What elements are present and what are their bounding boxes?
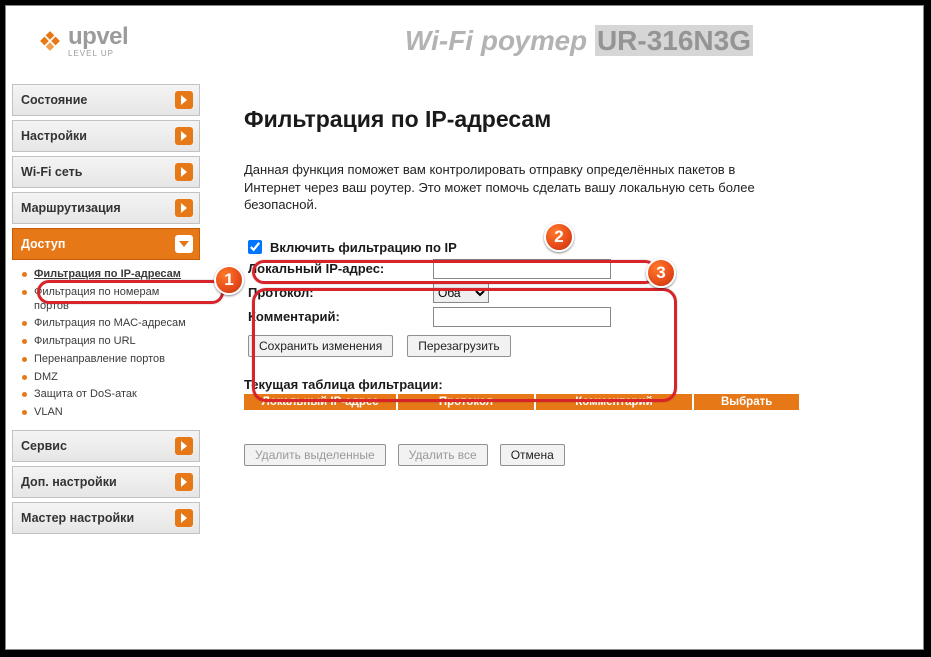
- col-comment: Комментарий: [535, 394, 694, 410]
- menu-service[interactable]: Сервис: [12, 430, 200, 462]
- submenu-vlan[interactable]: VLAN: [34, 404, 200, 422]
- filter-table: Локальный IP-адрес Протокол Комментарий …: [244, 394, 799, 410]
- menu-status[interactable]: Состояние: [12, 84, 200, 116]
- logo-icon: [36, 27, 64, 55]
- sidebar: Состояние Настройки Wi-Fi сеть Маршрутиз…: [6, 76, 206, 649]
- filter-table-caption: Текущая таблица фильтрации:: [244, 377, 881, 392]
- menu-advanced[interactable]: Доп. настройки: [12, 466, 200, 498]
- submenu-url-filter[interactable]: Фильтрация по URL: [34, 333, 200, 351]
- chevron-right-icon: [175, 473, 193, 491]
- enable-ip-filter-checkbox[interactable]: [248, 240, 262, 254]
- col-local-ip: Локальный IP-адрес: [244, 394, 397, 410]
- annotation-badge-1: 1: [214, 265, 244, 295]
- submenu-dos[interactable]: Защита от DoS-атак: [34, 386, 200, 404]
- ip-filter-form: Включить фильтрацию по IP Локальный IP-а…: [244, 232, 881, 367]
- annotation-badge-2: 2: [544, 222, 574, 252]
- chevron-right-icon: [175, 163, 193, 181]
- comment-input[interactable]: [433, 307, 611, 327]
- chevron-right-icon: [175, 509, 193, 527]
- submenu-mac-filter[interactable]: Фильтрация по MAC-адресам: [34, 315, 200, 333]
- chevron-right-icon: [175, 437, 193, 455]
- local-ip-input[interactable]: [433, 259, 611, 279]
- menu-access[interactable]: Доступ: [12, 228, 200, 260]
- protocol-select[interactable]: Оба: [433, 283, 489, 303]
- delete-all-button[interactable]: Удалить все: [398, 444, 488, 466]
- page-intro: Данная функция поможет вам контролироват…: [244, 161, 764, 214]
- submenu-port-filter[interactable]: Фильтрация по номерам портов: [34, 284, 200, 316]
- header-model: UR-316N3G: [595, 25, 753, 56]
- save-button[interactable]: Сохранить изменения: [248, 335, 393, 357]
- submenu-dmz[interactable]: DMZ: [34, 369, 200, 387]
- chevron-right-icon: [175, 127, 193, 145]
- col-select: Выбрать: [693, 394, 799, 410]
- comment-label: Комментарий:: [248, 309, 433, 324]
- brand-logo: upvel LEVEL UP: [36, 25, 128, 58]
- menu-wifi[interactable]: Wi-Fi сеть: [12, 156, 200, 188]
- submenu-port-forward[interactable]: Перенаправление портов: [34, 351, 200, 369]
- header: upvel LEVEL UP Wi-Fi роутер UR-316N3G: [6, 6, 923, 76]
- annotation-badge-3: 3: [646, 258, 676, 288]
- menu-wizard[interactable]: Мастер настройки: [12, 502, 200, 534]
- brand-name: upvel: [68, 25, 128, 49]
- header-title: Wi-Fi роутер UR-316N3G: [405, 25, 753, 57]
- submenu-access: Фильтрация по IP-адресам Фильтрация по н…: [12, 264, 200, 430]
- page-title: Фильтрация по IP-адресам: [244, 106, 881, 133]
- brand-tagline: LEVEL UP: [68, 49, 128, 58]
- chevron-down-icon: [175, 235, 193, 253]
- local-ip-label: Локальный IP-адрес:: [248, 261, 433, 276]
- col-protocol: Протокол: [397, 394, 534, 410]
- cancel-button[interactable]: Отмена: [500, 444, 565, 466]
- protocol-label: Протокол:: [248, 285, 433, 300]
- delete-selected-button[interactable]: Удалить выделенные: [244, 444, 386, 466]
- menu-settings[interactable]: Настройки: [12, 120, 200, 152]
- content: Фильтрация по IP-адресам Данная функция …: [206, 76, 923, 649]
- reload-button[interactable]: Перезагрузить: [407, 335, 510, 357]
- menu-routing[interactable]: Маршрутизация: [12, 192, 200, 224]
- chevron-right-icon: [175, 199, 193, 217]
- submenu-ip-filter[interactable]: Фильтрация по IP-адресам: [34, 266, 200, 284]
- chevron-right-icon: [175, 91, 193, 109]
- enable-ip-filter-label: Включить фильтрацию по IP: [270, 240, 457, 255]
